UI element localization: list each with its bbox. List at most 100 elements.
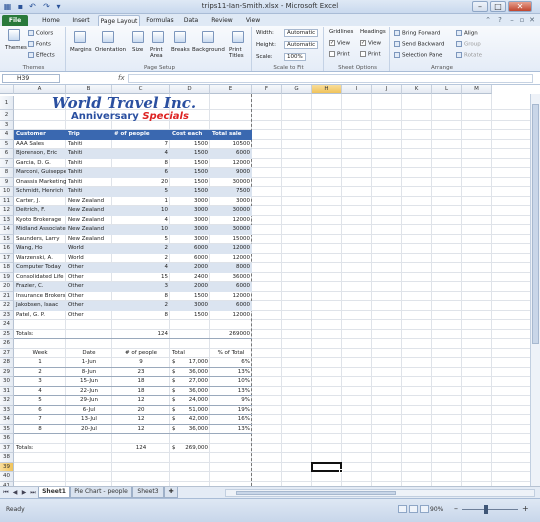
row-header[interactable]: 20 xyxy=(0,282,14,292)
zoom-slider[interactable] xyxy=(462,509,518,510)
worksheet-grid[interactable]: A B C D E F G H I J K L M 1 2 3 4 5 6 7 8 9 10 11 12 13 14 15 16 17 18… xyxy=(0,85,540,486)
row-header[interactable]: 2 xyxy=(0,109,14,121)
sheet-tab-sheet3[interactable]: Sheet3 xyxy=(132,487,164,498)
tab-file[interactable]: File xyxy=(2,15,28,26)
row-header[interactable]: 3 xyxy=(0,120,14,130)
last-sheet-icon[interactable]: ⏭ xyxy=(29,489,37,497)
column-header-j[interactable]: J xyxy=(372,85,402,94)
zoom-level[interactable]: 90% xyxy=(430,506,443,513)
row-header[interactable]: 30 xyxy=(0,377,14,387)
row-header[interactable]: 14 xyxy=(0,225,14,235)
group-button[interactable]: Group xyxy=(456,41,481,48)
column-header-l[interactable]: L xyxy=(432,85,462,94)
first-sheet-icon[interactable]: ⏮ xyxy=(2,489,10,497)
column-header-k[interactable]: K xyxy=(402,85,432,94)
column-header-e[interactable]: E xyxy=(210,85,252,94)
colors-button[interactable]: Colors xyxy=(28,30,53,37)
row-header[interactable]: 1 xyxy=(0,95,14,110)
height-dropdown[interactable]: Automatic xyxy=(284,41,319,49)
row-header[interactable]: 4 xyxy=(0,130,14,140)
minimize-button[interactable]: – xyxy=(472,1,488,12)
row-header[interactable]: 17 xyxy=(0,253,14,263)
row-header[interactable]: 5 xyxy=(0,139,14,149)
bring-forward-button[interactable]: Bring Forward xyxy=(394,30,440,37)
row-header[interactable]: 7 xyxy=(0,158,14,168)
tab-insert[interactable]: Insert xyxy=(66,15,96,26)
send-backward-button[interactable]: Send Backward xyxy=(394,41,444,48)
row-header[interactable]: 38 xyxy=(0,453,14,463)
column-header-g[interactable]: G xyxy=(282,85,312,94)
insert-sheet-icon[interactable]: ✚ xyxy=(164,487,178,498)
vertical-scroll-thumb[interactable] xyxy=(532,104,539,344)
column-header-f[interactable]: F xyxy=(252,85,282,94)
align-button[interactable]: Align xyxy=(456,30,478,37)
selection-pane-button[interactable]: Selection Pane xyxy=(394,52,442,59)
rotate-button[interactable]: Rotate xyxy=(456,52,482,59)
effects-button[interactable]: Effects xyxy=(28,52,55,59)
row-header[interactable]: 16 xyxy=(0,244,14,254)
row-header[interactable]: 12 xyxy=(0,206,14,216)
row-header[interactable]: 27 xyxy=(0,348,14,358)
fonts-button[interactable]: Fonts xyxy=(28,41,51,48)
row-header[interactable]: 18 xyxy=(0,263,14,273)
print-titles-button[interactable]: Print Titles xyxy=(229,47,251,59)
row-header[interactable]: 8 xyxy=(0,168,14,178)
row-header[interactable]: 10 xyxy=(0,187,14,197)
tab-home[interactable]: Home xyxy=(36,15,66,26)
row-header[interactable]: 33 xyxy=(0,405,14,415)
size-button[interactable]: Size xyxy=(132,47,143,53)
formula-input[interactable] xyxy=(128,74,533,83)
row-header[interactable]: 9 xyxy=(0,177,14,187)
row-header[interactable]: 35 xyxy=(0,424,14,434)
row-header[interactable]: 13 xyxy=(0,215,14,225)
select-all-corner[interactable] xyxy=(0,85,14,94)
maximize-button[interactable]: □ xyxy=(490,1,506,12)
column-header-h[interactable]: H xyxy=(312,85,342,94)
page-layout-view-icon[interactable] xyxy=(409,505,418,513)
gridlines-print-checkbox[interactable]: Print xyxy=(329,51,350,58)
row-header[interactable]: 19 xyxy=(0,272,14,282)
row-header[interactable]: 26 xyxy=(0,339,14,349)
row-header[interactable]: 31 xyxy=(0,386,14,396)
row-header[interactable]: 6 xyxy=(0,149,14,159)
next-sheet-icon[interactable]: ▶ xyxy=(20,489,28,497)
scale-spinner[interactable]: 100% xyxy=(284,53,306,61)
fill-handle[interactable] xyxy=(339,469,343,473)
normal-view-icon[interactable] xyxy=(398,505,407,513)
minimize-ribbon-icon[interactable]: ⌃ xyxy=(484,16,492,24)
width-dropdown[interactable]: Automatic xyxy=(284,29,319,37)
workbook-close-icon[interactable]: ✕ xyxy=(528,16,536,24)
row-header[interactable]: 29 xyxy=(0,367,14,377)
zoom-slider-handle[interactable] xyxy=(484,505,488,514)
tab-formulas[interactable]: Formulas xyxy=(142,15,178,26)
insert-function-icon[interactable]: fx xyxy=(118,74,125,82)
name-box[interactable]: H39 xyxy=(2,74,60,83)
page-break-preview-icon[interactable] xyxy=(420,505,429,513)
row-header[interactable]: 15 xyxy=(0,234,14,244)
active-cell[interactable] xyxy=(311,461,343,473)
orientation-button[interactable]: Orientation xyxy=(95,47,126,53)
prev-sheet-icon[interactable]: ◀ xyxy=(11,489,19,497)
breaks-button[interactable]: Breaks xyxy=(171,47,190,53)
horizontal-scrollbar[interactable] xyxy=(225,489,535,497)
headings-view-checkbox[interactable]: ✓ View xyxy=(360,40,381,47)
tab-page-layout[interactable]: Page Layout xyxy=(98,15,140,26)
row-header[interactable]: 34 xyxy=(0,415,14,425)
headings-print-checkbox[interactable]: Print xyxy=(360,51,381,58)
column-header-i[interactable]: I xyxy=(342,85,372,94)
sheet-tab-pie-chart[interactable]: Pie Chart - people xyxy=(70,487,132,498)
row-header[interactable]: 39 xyxy=(0,462,14,472)
row-header[interactable]: 25 xyxy=(0,329,14,339)
gridlines-view-checkbox[interactable]: ✓ View xyxy=(329,40,350,47)
tab-view[interactable]: View xyxy=(240,15,266,26)
zoom-in-icon[interactable]: + xyxy=(522,504,529,513)
tab-review[interactable]: Review xyxy=(206,15,238,26)
row-header[interactable]: 11 xyxy=(0,196,14,206)
workbook-restore-icon[interactable]: ▫ xyxy=(518,16,526,24)
themes-button[interactable]: Themes xyxy=(5,45,27,51)
row-header[interactable]: 40 xyxy=(0,472,14,482)
row-header[interactable]: 37 xyxy=(0,443,14,453)
zoom-out-icon[interactable]: – xyxy=(454,504,458,513)
row-header[interactable]: 23 xyxy=(0,310,14,320)
background-button[interactable]: Background xyxy=(192,47,225,53)
